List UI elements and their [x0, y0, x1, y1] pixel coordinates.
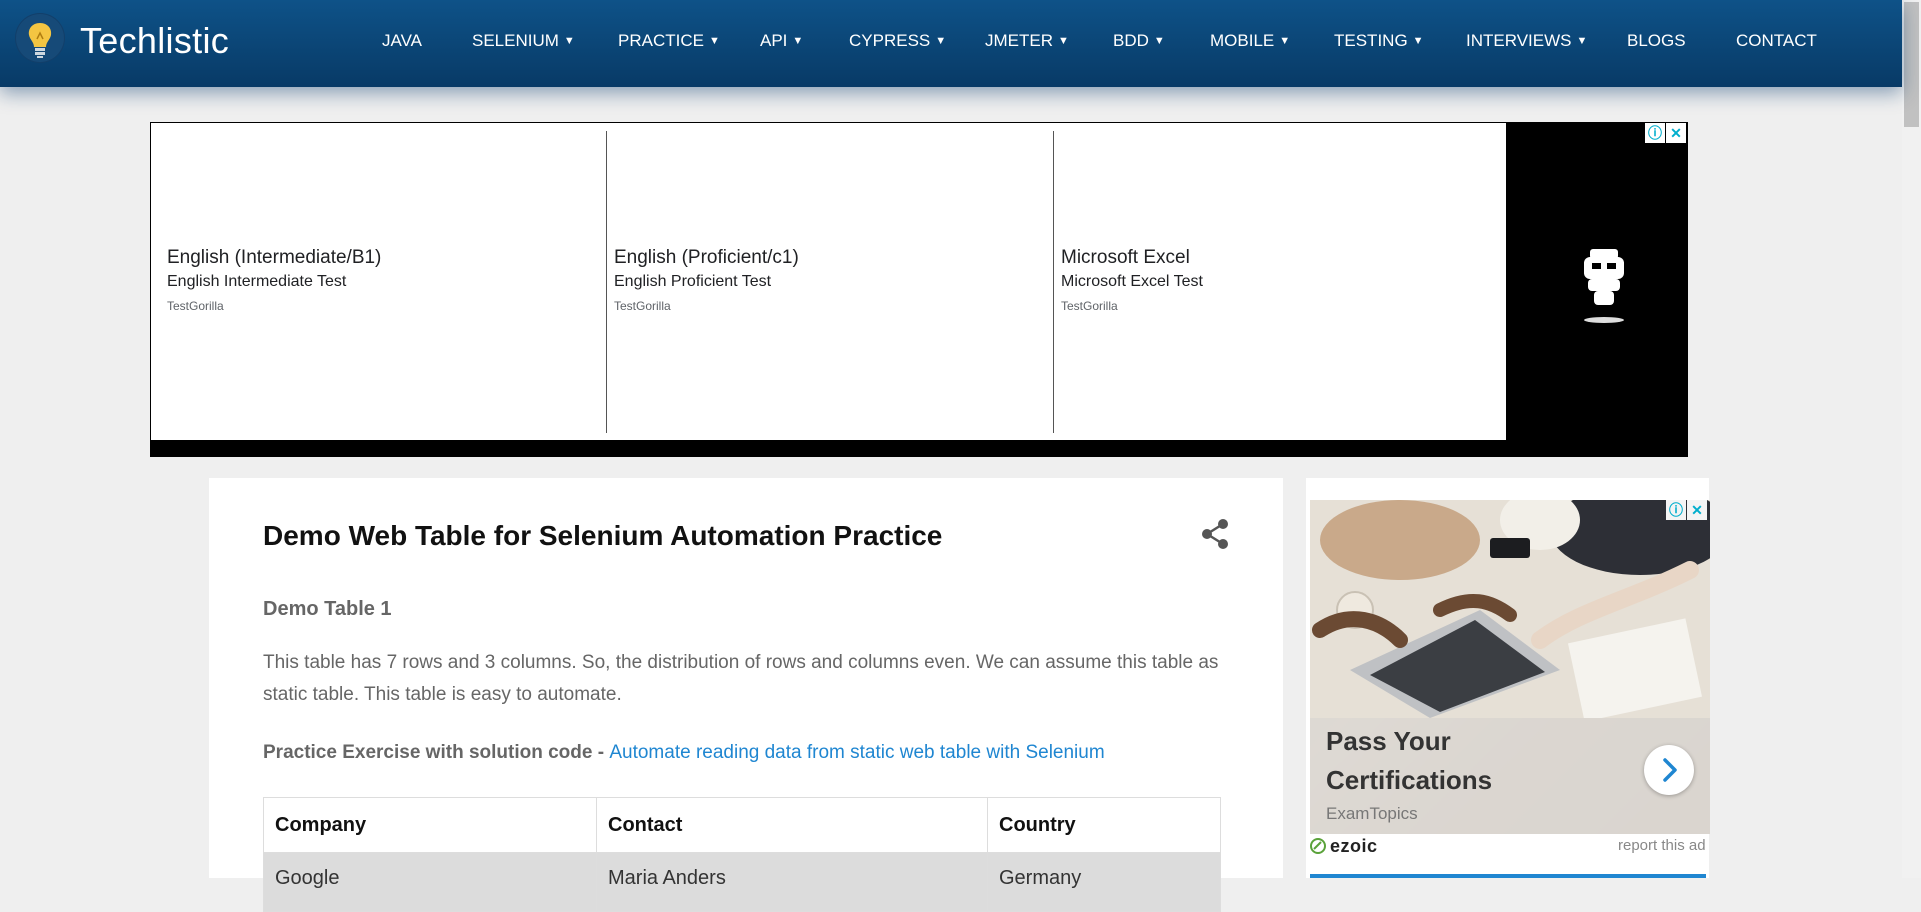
sidebar-accent-bar	[1310, 874, 1706, 878]
ezoic-leaf-icon	[1310, 838, 1326, 854]
ad-item[interactable]: English (Proficient/c1) English Proficie…	[598, 131, 1045, 433]
caret-down-icon: ▼	[792, 35, 804, 47]
caret-down-icon: ▼	[708, 35, 720, 47]
nav-item-java[interactable]: JAVA	[382, 31, 422, 51]
ad-next-button[interactable]	[1644, 745, 1694, 795]
table-cell-contact: Maria Anders	[596, 852, 988, 912]
nav-item-interviews[interactable]: INTERVIEWS ▼	[1466, 31, 1587, 51]
column-header-company: Company	[263, 797, 597, 853]
nav-item-testing[interactable]: TESTING ▼	[1334, 31, 1424, 51]
ezoic-logo[interactable]: ezoic	[1310, 836, 1378, 857]
share-icon[interactable]	[1200, 518, 1230, 550]
main-nav: JAVA SELENIUM ▼ PRACTICE ▼ API ▼ CYPRESS ▼ J…	[0, 0, 1902, 87]
demo-web-table: Company Contact Country Google Maria And…	[263, 797, 1221, 912]
ad-close-icon[interactable]: ✕	[1687, 500, 1707, 520]
sidebar-ad-card: Pass Your Certifications ExamTopics ⓘ ✕ …	[1306, 478, 1710, 878]
nav-item-api[interactable]: API ▼	[760, 31, 803, 51]
nav-item-mobile[interactable]: MOBILE ▼	[1210, 31, 1290, 51]
table-header-row: Company Contact Country	[263, 797, 1221, 853]
article-card: Demo Web Table for Selenium Automation P…	[209, 478, 1283, 912]
scrollbar-thumb[interactable]	[1904, 2, 1919, 127]
table-cell-company: Google	[263, 852, 597, 912]
section-title: Demo Table 1	[263, 598, 392, 620]
nav-item-jmeter[interactable]: JMETER ▼	[985, 31, 1069, 51]
ad-item-title: Microsoft Excel	[1061, 247, 1190, 268]
nav-item-contact[interactable]: CONTACT	[1736, 31, 1817, 51]
caret-down-icon: ▼	[563, 35, 575, 47]
page-title: Demo Web Table for Selenium Automation P…	[263, 520, 943, 551]
nav-item-cypress[interactable]: CYPRESS ▼	[849, 31, 946, 51]
top-ad-banner[interactable]: English (Intermediate/B1) English Interm…	[150, 122, 1688, 457]
ad-info-icon[interactable]: ⓘ	[1645, 123, 1665, 143]
ad-item[interactable]: English (Intermediate/B1) English Interm…	[151, 131, 606, 433]
ad-content-area: English (Intermediate/B1) English Interm…	[151, 123, 1506, 440]
table-row: Google Maria Anders Germany	[263, 852, 1221, 912]
ad-item-source: TestGorilla	[1061, 299, 1118, 313]
caret-down-icon: ▼	[935, 35, 947, 47]
table-description: This table has 7 rows and 3 columns. So,…	[263, 652, 1219, 705]
column-header-contact: Contact	[596, 797, 988, 853]
ad-item-source: TestGorilla	[167, 299, 224, 313]
page-scrollbar[interactable]	[1902, 0, 1921, 878]
ad-info-icon[interactable]: ⓘ	[1666, 500, 1686, 520]
site-header: Techlistic JAVA SELENIUM ▼ PRACTICE ▼ API ▼…	[0, 0, 1902, 87]
ad-item-subtitle: English Intermediate Test	[167, 273, 347, 290]
nav-item-bdd[interactable]: BDD ▼	[1113, 31, 1165, 51]
ad-item-title: English (Proficient/c1)	[614, 247, 799, 268]
ad-headline[interactable]: Pass Your Certifications	[1326, 722, 1576, 800]
nav-item-selenium[interactable]: SELENIUM ▼	[472, 31, 575, 51]
practice-label: Practice Exercise with solution code -	[263, 742, 610, 763]
nav-item-practice[interactable]: PRACTICE ▼	[618, 31, 720, 51]
ad-item-title: English (Intermediate/B1)	[167, 247, 382, 268]
ad-source: ExamTopics	[1326, 804, 1418, 823]
caret-down-icon: ▼	[1153, 35, 1165, 47]
practice-exercise-line: Practice Exercise with solution code - A…	[263, 742, 1105, 764]
gorilla-brand-icon	[1580, 247, 1628, 325]
caret-down-icon: ▼	[1279, 35, 1291, 47]
ad-photo	[1310, 500, 1710, 718]
nav-item-blogs[interactable]: BLOGS	[1627, 31, 1686, 51]
table-cell-country: Germany	[987, 852, 1221, 912]
chevron-right-icon	[1663, 758, 1677, 782]
ad-item-subtitle: Microsoft Excel Test	[1061, 273, 1203, 290]
ad-item-source: TestGorilla	[614, 299, 671, 313]
caret-down-icon: ▼	[1576, 35, 1588, 47]
ad-item-subtitle: English Proficient Test	[614, 273, 772, 290]
report-ad-link[interactable]: report this ad	[1618, 837, 1706, 854]
column-header-country: Country	[987, 797, 1221, 853]
ad-close-icon[interactable]: ✕	[1666, 123, 1686, 143]
caret-down-icon: ▼	[1058, 35, 1069, 47]
practice-solution-link[interactable]: Automate reading data from static web ta…	[609, 742, 1104, 763]
ad-item[interactable]: Microsoft Excel Microsoft Excel Test Tes…	[1045, 131, 1492, 433]
certification-ad[interactable]: Pass Your Certifications ExamTopics ⓘ ✕	[1310, 500, 1710, 834]
caret-down-icon: ▼	[1412, 35, 1424, 47]
ezoic-brand-text: ezoic	[1330, 836, 1378, 856]
